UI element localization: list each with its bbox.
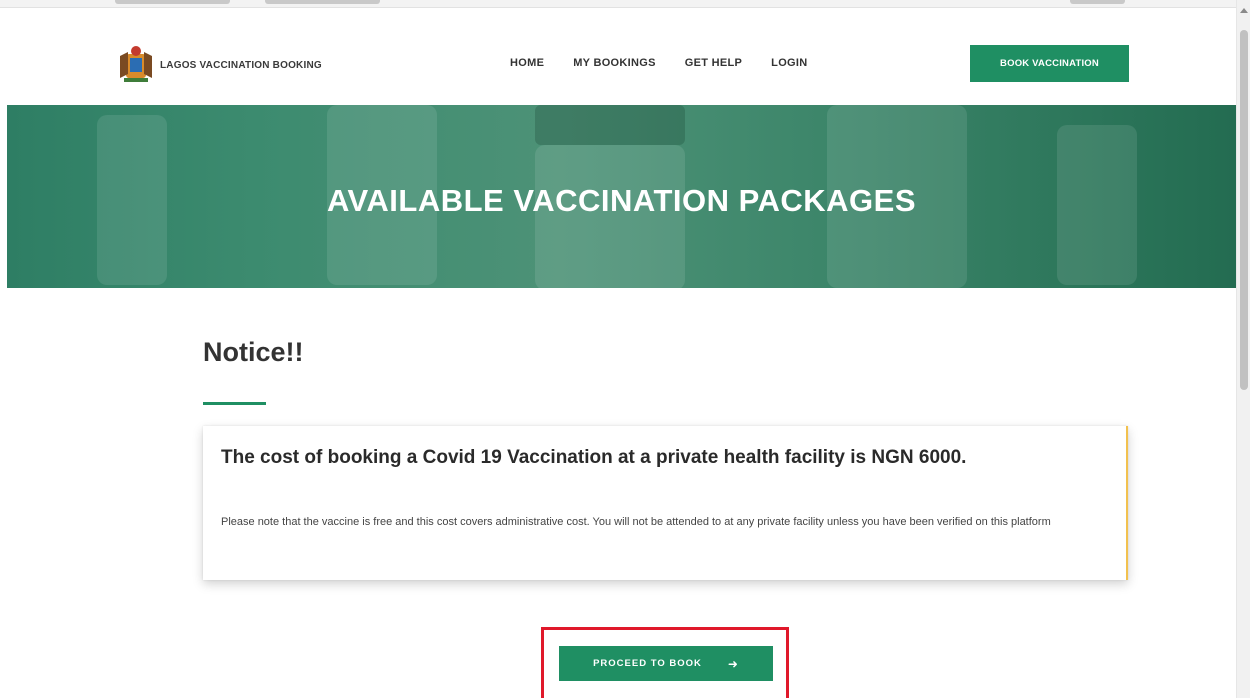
site-header: LAGOS VACCINATION BOOKING HOME MY BOOKIN… (0, 8, 1236, 105)
notice-card-body: Please note that the vaccine is free and… (221, 516, 1051, 528)
brand-name: LAGOS VACCINATION BOOKING (160, 59, 322, 71)
browser-toolbar-strip (0, 0, 1250, 8)
page-scrollbar[interactable] (1236, 0, 1250, 698)
hero-banner: AVAILABLE VACCINATION PACKAGES (7, 105, 1236, 288)
notice-heading: Notice!! (203, 337, 304, 367)
book-vaccination-button[interactable]: BOOK VACCINATION (970, 45, 1129, 82)
brand-logo[interactable]: LAGOS VACCINATION BOOKING (116, 44, 322, 86)
nav-my-bookings[interactable]: MY BOOKINGS (573, 57, 656, 69)
arrow-right-icon: ➜ (727, 656, 739, 671)
proceed-button-label: PROCEED TO BOOK (593, 658, 702, 669)
hero-title: AVAILABLE VACCINATION PACKAGES (326, 183, 917, 218)
proceed-to-book-button[interactable]: PROCEED TO BOOK ➜ (559, 646, 773, 681)
nav-get-help[interactable]: GET HELP (685, 57, 742, 69)
notice-card: The cost of booking a Covid 19 Vaccinati… (203, 426, 1128, 580)
notice-card-title: The cost of booking a Covid 19 Vaccinati… (221, 447, 967, 468)
hero-vial-decoration (535, 105, 685, 145)
scroll-up-arrow-icon[interactable] (1240, 8, 1248, 13)
scroll-thumb[interactable] (1240, 30, 1248, 390)
nav-login[interactable]: LOGIN (771, 57, 807, 69)
nav-home[interactable]: HOME (510, 57, 544, 69)
main-nav: HOME MY BOOKINGS GET HELP LOGIN (510, 57, 837, 69)
notice-underline (203, 402, 266, 405)
lagos-state-crest-icon (116, 44, 156, 86)
